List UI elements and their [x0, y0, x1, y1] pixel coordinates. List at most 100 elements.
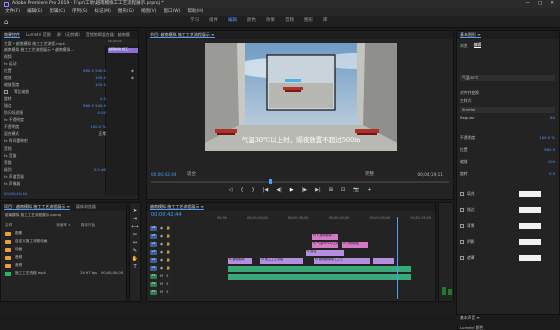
track-tag[interactable]: V2 — [150, 258, 157, 263]
go-to-out-button[interactable]: ▶| — [315, 188, 321, 193]
track-tag[interactable]: V4 — [150, 242, 157, 247]
video-subtitle[interactable]: 气温30℃以上时，隔夜放置不超过500m — [205, 137, 397, 144]
minimize-button[interactable]: — — [525, 1, 530, 7]
ec-prop-value[interactable]: 0.00 — [98, 110, 106, 115]
project-item[interactable]: 音频 — [5, 263, 123, 269]
timeline-clip[interactable]: fx 气温30℃以上时 — [312, 242, 338, 248]
menu-file[interactable]: 文件(F) — [5, 9, 20, 15]
ec-prop-row[interactable]: 旁路 — [4, 160, 136, 165]
fill-color-swatch[interactable] — [519, 191, 541, 197]
track-tag[interactable]: A1 — [150, 274, 157, 279]
eye-icon[interactable]: ◉ — [160, 226, 163, 231]
ec-prop-row[interactable]: 级别 0.0 dB — [4, 167, 136, 172]
step-back-button[interactable]: ◀| — [276, 188, 282, 193]
track-tag[interactable]: V6 — [150, 226, 157, 231]
timeline-timecode[interactable]: 00;00;42;44 — [151, 213, 182, 218]
timeline-playhead[interactable] — [397, 217, 398, 299]
ec-prop-value[interactable]: 100.0 — [95, 75, 106, 80]
ec-prop-row[interactable]: 混合模式 正常 — [4, 131, 136, 136]
font-style-row[interactable]: Regular 60 — [460, 116, 555, 120]
ec-prop-row[interactable]: 位置 960.0 540.0 ◆ — [4, 68, 136, 73]
menu-marker[interactable]: 标记(M) — [95, 9, 111, 15]
font-size-value[interactable]: 60 — [550, 116, 555, 120]
lock-icon[interactable]: 🔒 — [166, 266, 170, 271]
eg-prop-row[interactable]: 缩放 100 — [460, 160, 555, 164]
menu-view[interactable]: 视图(V) — [141, 9, 157, 15]
appearance-row[interactable]: 遮罩 — [460, 255, 555, 261]
ec-prop-row[interactable]: fx 时间重映射 — [4, 138, 136, 143]
lift-button[interactable]: ⊞ — [329, 188, 333, 193]
lock-icon[interactable]: 🔒 — [166, 226, 170, 231]
program-scrubber[interactable] — [151, 179, 449, 184]
track-header[interactable]: V4 ◉ 🔒 — [150, 241, 216, 248]
track-header[interactable]: V1 ◉ 🔒 — [150, 265, 216, 272]
keyframe-icon[interactable]: ◆ — [131, 75, 134, 80]
workspace-audio[interactable]: 音频 — [285, 18, 294, 24]
tab-lumetri-scopes[interactable]: Lumetri 范围 — [26, 33, 51, 37]
track-tag[interactable]: A2 — [150, 282, 157, 287]
tab-media-browser[interactable]: 媒体浏览器 — [76, 205, 96, 209]
timeline-clip[interactable] — [227, 274, 412, 280]
lock-icon[interactable]: 🔒 — [166, 258, 170, 263]
column-fps[interactable]: 帧速率 ∧ — [56, 224, 71, 228]
tab-effect-controls[interactable]: 效果控件 — [4, 32, 20, 38]
track-header[interactable]: V3 ◉ 🔒 — [150, 249, 216, 256]
ec-prop-row[interactable]: fx 声道音量 — [4, 174, 136, 179]
eye-icon[interactable]: ◉ — [160, 258, 163, 263]
appearance-row[interactable]: 描边 — [460, 207, 555, 213]
video-frame[interactable]: 气温30℃以上时，隔夜放置不超过500m — [205, 43, 397, 151]
ec-footer-timecode[interactable]: 00;00;42;44 — [4, 191, 136, 196]
track-header[interactable]: V2 ◉ 🔒 — [150, 257, 216, 264]
eye-icon[interactable]: ◉ — [160, 250, 163, 255]
fill-checkbox[interactable] — [460, 192, 464, 196]
ec-prop-row[interactable]: fx 运动 — [4, 61, 136, 66]
lock-icon[interactable]: 🔒 — [166, 234, 170, 239]
project-item[interactable]: 音频 — [5, 255, 123, 261]
ec-mini-clip[interactable]: 越南模拟 施工... — [108, 48, 138, 53]
timeline-tracks-area[interactable]: fx 1 越南模拟... fx 浇筑模板 fx 气温30℃以上时 fx 搭设 fx 越南… — [217, 225, 433, 299]
ec-prop-value[interactable]: 100.0 — [95, 82, 106, 87]
eg-footer-1[interactable]: 基本声音 ≡ — [460, 316, 555, 320]
ec-prop-value[interactable]: 960.0 540.0 — [83, 68, 106, 73]
eg-prop-row[interactable]: 位置 960.0 — [460, 148, 555, 152]
track-header[interactable]: A1 M S — [150, 273, 216, 280]
ec-prop-row[interactable]: 旋转 0.0 — [4, 96, 136, 101]
eye-icon[interactable]: ◉ — [160, 266, 163, 271]
column-name[interactable]: 名称 — [5, 224, 12, 228]
tab-audio-mixer[interactable]: 音频剪辑混合器：越南模 — [86, 33, 130, 37]
mute-icon[interactable]: M — [160, 290, 163, 295]
solo-icon[interactable]: S — [166, 290, 168, 295]
eg-prop-value[interactable]: 100.0 % — [539, 136, 555, 140]
tab-edit[interactable]: 编辑 — [473, 43, 482, 48]
project-item[interactable]: 自定义施工流程动画 — [5, 239, 123, 245]
essential-graphics-title[interactable]: 基本图形 ≡ — [460, 32, 481, 38]
ec-prop-value[interactable]: 100.0 % — [90, 124, 106, 129]
shadow-checkbox[interactable] — [460, 240, 464, 244]
eg-layer-item[interactable]: 气温30℃ — [460, 75, 555, 81]
menu-sequence[interactable]: 序列(S) — [72, 9, 87, 15]
menu-graphics[interactable]: 图形(G) — [118, 9, 134, 15]
timeline-clip[interactable] — [227, 266, 412, 272]
mask-color-swatch[interactable] — [519, 255, 541, 261]
ec-prop-row[interactable]: 锚点 960.0 540.0 — [4, 103, 136, 108]
menu-edit[interactable]: 编辑(E) — [27, 9, 42, 15]
solo-icon[interactable]: S — [166, 274, 168, 279]
background-checkbox[interactable] — [460, 224, 464, 228]
ec-sequence-label[interactable]: 越南模拟 施工工艺流程展示 * 越南模拟... — [4, 47, 74, 52]
button-editor-icon[interactable]: + — [367, 188, 371, 193]
track-header[interactable]: A2 M S — [150, 281, 216, 288]
selection-tool-icon[interactable]: ➤ — [133, 209, 137, 214]
eye-icon[interactable]: ◉ — [160, 242, 163, 247]
maximize-button[interactable]: □ — [538, 1, 542, 7]
ec-prop-row[interactable]: 缩放宽度 100.0 — [4, 82, 136, 87]
program-current-timecode[interactable]: 00;00;42;44 — [151, 172, 177, 177]
program-playhead[interactable] — [269, 179, 272, 184]
lock-icon[interactable]: 🔒 — [166, 242, 170, 247]
mute-icon[interactable]: M — [160, 282, 163, 287]
font-style-value[interactable]: Regular — [460, 116, 475, 120]
mark-in-button[interactable]: { — [240, 188, 243, 193]
solo-icon[interactable]: S — [166, 282, 168, 287]
column-start[interactable]: 媒体开始 — [81, 224, 95, 228]
menu-clip[interactable]: 剪辑(C) — [49, 9, 65, 15]
keyframe-icon[interactable]: ◆ — [131, 68, 134, 73]
